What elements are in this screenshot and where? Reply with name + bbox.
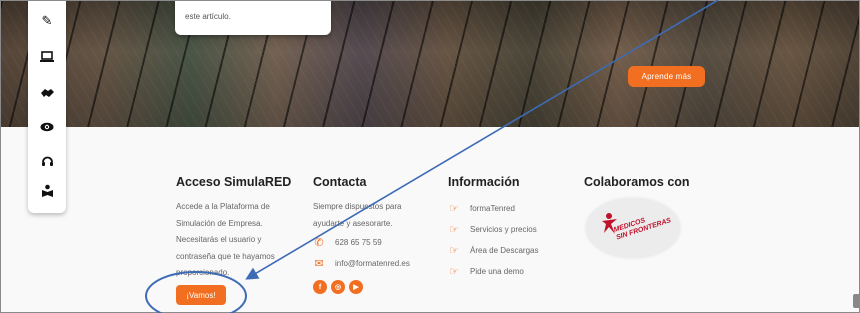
pencil-icon[interactable]: ✎ [39,13,55,29]
facebook-icon[interactable]: f [313,280,327,294]
phone-text: 628 65 75 59 [335,238,382,247]
laptop-icon[interactable] [39,49,55,65]
hand-pointer-icon: ☞ [449,266,459,278]
phone-icon: ✆ [314,237,324,249]
hand-pointer-icon: ☞ [449,203,459,215]
acceso-description: Accede a la Plataforma de Simulación de … [176,199,306,282]
headset-icon[interactable] [39,153,55,169]
hero-shade [1,1,859,127]
info-link-label: formaTenred [470,204,515,213]
instagram-icon[interactable]: ◎ [331,280,345,294]
contacta-line: ayudarte y asesorarte. [313,218,393,228]
contact-email[interactable]: ✉ info@formatenred.es [312,257,410,270]
page-frame: este artículo. Aprende más ✎ Acceso Simu… [0,0,860,313]
vamos-button[interactable]: ¡Vamos! [176,285,226,305]
acceso-line: Necesitarás el usuario y [176,235,262,244]
hero-text-card: este artículo. [175,1,331,35]
hero-banner [1,1,859,127]
acceso-line: contraseña que te hayamos [176,251,275,261]
info-link[interactable]: ☞ Pide una demo [447,265,524,278]
informacion-title: Información [448,175,520,189]
youtube-icon[interactable]: ▶ [349,280,363,294]
acceso-line: Accede a la Plataforma de [176,202,270,211]
contacta-title: Contacta [313,175,367,189]
acceso-title: Acceso SimulaRED [176,175,292,189]
info-link[interactable]: ☞ Área de Descargas [447,244,538,257]
email-text: info@formatenred.es [335,259,410,268]
acceso-line: Simulación de Empresa. [176,218,263,228]
acceso-line: proporcionado. [176,268,230,277]
side-toolbar: ✎ [28,1,66,213]
hero-card-text: este artículo. [185,12,231,21]
contact-phone[interactable]: ✆ 628 65 75 59 [312,236,382,249]
site-footer [1,127,859,312]
eye-icon[interactable] [39,119,55,135]
info-link[interactable]: ☞ formaTenred [447,202,515,215]
contacta-line: Siempre dispuestos para [313,202,402,211]
reader-icon[interactable] [39,183,55,199]
handshake-icon[interactable] [39,85,55,101]
info-link-label: Servicios y precios [470,225,537,234]
hand-pointer-icon: ☞ [449,245,459,257]
info-link-label: Área de Descargas [470,246,539,255]
hand-pointer-icon: ☞ [449,224,459,236]
scroll-to-top-button[interactable] [853,294,859,308]
msf-logo[interactable]: MEDICOS SIN FRONTERAS [586,198,680,258]
contacta-description: Siempre dispuestos para ayudarte y aseso… [313,199,402,232]
learn-more-button[interactable]: Aprende más [628,66,705,87]
info-link[interactable]: ☞ Servicios y precios [447,223,537,236]
colaboramos-title: Colaboramos con [584,175,690,189]
msf-logo-text: MEDICOS SIN FRONTERAS [613,210,672,243]
envelope-icon: ✉ [314,258,324,270]
info-link-label: Pide una demo [470,267,524,276]
